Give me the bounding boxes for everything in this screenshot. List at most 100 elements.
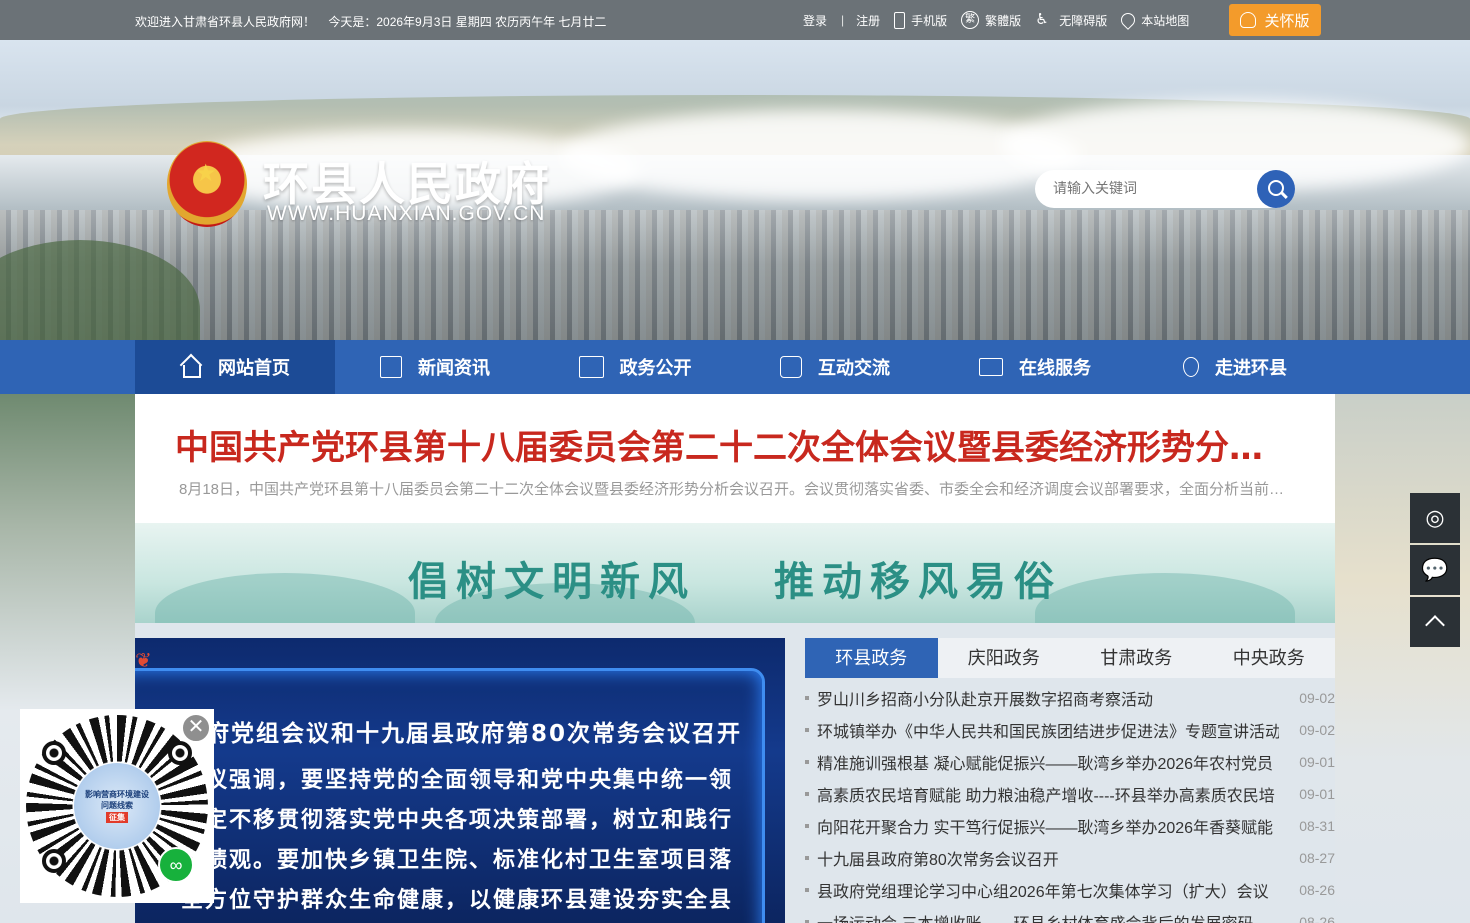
monitor-icon xyxy=(979,358,1003,376)
news-title[interactable]: 县政府党组理论学习中心组2026年第七次集体学习（扩大）会议 xyxy=(817,878,1279,902)
list-item[interactable]: 县政府党组理论学习中心组2026年第七次集体学习（扩大）会议 08-26 xyxy=(805,874,1335,906)
nav-item-government-affairs[interactable]: 政务公开 xyxy=(535,340,735,394)
mobile-version-link[interactable]: 手机版 xyxy=(894,11,948,29)
news-date: 08-26 xyxy=(1299,882,1335,898)
headline-news[interactable]: 中国共产党环县第十八届委员会第二十二次全体会议暨县委经济形势分析会议召开 8月1… xyxy=(135,394,1335,523)
traditional-chinese-icon: 繁 xyxy=(961,11,980,29)
tab-huanxian-affairs[interactable]: 环县政务 xyxy=(805,638,938,678)
qr-center-line1: 影响营商环境建设 xyxy=(85,790,149,799)
banner-cloud xyxy=(560,110,1080,200)
location-pin-icon xyxy=(1118,10,1139,30)
tab-central-affairs[interactable]: 中央政务 xyxy=(1203,638,1336,678)
list-item[interactable]: 高素质农民培育赋能 助力粮油稳产增收----环县举办高素质农民培 09-01 xyxy=(805,778,1335,810)
list-item[interactable]: 精准施训强根基 凝心赋能促振兴——耿湾乡举办2026年农村党员 09-01 xyxy=(805,746,1335,778)
bullet xyxy=(805,888,809,892)
top-bar: 欢迎进入甘肃省环县人民政府网！ 今天是：2026年9月3日 星期四 农历丙午年 … xyxy=(0,0,1470,40)
news-date: 09-01 xyxy=(1299,754,1335,770)
nav-item-news[interactable]: 新闻资讯 xyxy=(335,340,535,394)
news-carousel-image[interactable]: ❦ 政府党组会议和十九届县政府第80次常务会议召开 会议强调，要坚持党的全面领导… xyxy=(135,638,785,923)
login-link[interactable]: 登录 xyxy=(803,12,827,29)
news-date: 09-02 xyxy=(1299,722,1335,738)
site-url: WWW.HUANXIAN.GOV.CN xyxy=(267,202,546,225)
news-title[interactable]: 十九届县政府第80次常务会议召开 xyxy=(817,846,1279,870)
sitemap-label: 本站地图 xyxy=(1141,13,1190,28)
news-date: 08-26 xyxy=(1299,914,1335,923)
folder-icon xyxy=(578,356,604,378)
chat-icon xyxy=(780,356,802,378)
bullet xyxy=(805,760,809,764)
mobile-version-label: 手机版 xyxy=(911,13,948,28)
image-caption-line: 政绩观。要加快乡镇卫生院、标准化村卫生室项目落 xyxy=(181,848,734,873)
nav-label: 政务公开 xyxy=(619,358,692,378)
nav-label: 在线服务 xyxy=(1019,358,1091,378)
news-title[interactable]: 精准施训强根基 凝心赋能促振兴——耿湾乡举办2026年农村党员 xyxy=(817,750,1279,774)
slogan-banner[interactable]: 倡树文明新风 推动移风易俗 xyxy=(135,523,1335,623)
nav-item-about[interactable]: 走进环县 xyxy=(1135,340,1335,394)
welcome-text: 欢迎进入甘肃省环县人民政府网！ 今天是：2026年9月3日 星期四 农历丙午年 … xyxy=(135,13,616,30)
news-date: 09-01 xyxy=(1299,786,1335,802)
care-version-label: 关怀版 xyxy=(1264,12,1310,30)
image-caption-line: 全方位守护群众生命健康，以健康环县建设夯实全县 xyxy=(181,888,734,913)
news-date: 09-02 xyxy=(1299,690,1335,706)
slogan-part-2: 推动移风易俗 xyxy=(773,558,1062,605)
back-to-top-button[interactable] xyxy=(1410,597,1460,647)
main-nav: 网站首页 新闻资讯 政务公开 互动交流 在线服务 走进环县 xyxy=(0,340,1470,394)
list-item[interactable]: 一场运动会 三本增收账——环县乡村体育盛会背后的发展密码 08-26 xyxy=(805,906,1335,923)
home-icon xyxy=(180,356,202,378)
qr-code-popup[interactable]: 影响营商环境建设 问题线索 征集 ∞ ✕ xyxy=(20,709,214,903)
mini-program-icon: ∞ xyxy=(158,847,194,883)
news-icon xyxy=(380,356,402,378)
nav-item-interaction[interactable]: 互动交流 xyxy=(735,340,935,394)
search-box xyxy=(1035,170,1295,208)
bullet xyxy=(805,824,809,828)
tab-qingyang-affairs[interactable]: 庆阳政务 xyxy=(938,638,1071,678)
search-button[interactable] xyxy=(1257,170,1295,208)
news-date: 08-27 xyxy=(1299,850,1335,866)
slogan-text: 倡树文明新风 推动移风易俗 xyxy=(135,549,1335,607)
traditional-chinese-link[interactable]: 繁 繁體版 xyxy=(961,11,1021,29)
nav-label: 新闻资讯 xyxy=(418,358,490,378)
image-caption-line: 政府党组会议和十九届县政府第80次常务会议召开 xyxy=(181,721,743,747)
top-links: 登录 | 注册 手机版 繁 繁體版 无障碍版 本站地图 xyxy=(803,0,1203,40)
background-scenery-right xyxy=(1335,394,1470,923)
side-toolbar: ◎ 💬 xyxy=(1410,493,1460,649)
nav-item-home[interactable]: 网站首页 xyxy=(135,340,335,394)
wechat-button[interactable]: 💬 xyxy=(1410,545,1460,595)
news-title[interactable]: 高素质农民培育赋能 助力粮油稳产增收----环县举办高素质农民培 xyxy=(817,782,1279,806)
nav-item-online-service[interactable]: 在线服务 xyxy=(935,340,1135,394)
news-title[interactable]: 向阳花开聚合力 实干笃行促振兴——耿湾乡举办2026年香葵赋能 xyxy=(817,814,1279,838)
list-item[interactable]: 罗山川乡招商小分队赴京开展数字招商考察活动 09-02 xyxy=(805,682,1335,714)
news-title[interactable]: 环城镇举办《中华人民共和国民族团结进步促进法》专题宣讲活动 xyxy=(817,718,1279,742)
bullet xyxy=(805,792,809,796)
national-emblem-logo: ★ xyxy=(167,141,247,227)
news-date: 08-31 xyxy=(1299,818,1335,834)
bullet xyxy=(805,728,809,732)
location-icon xyxy=(1183,357,1199,377)
list-item[interactable]: 十九届县政府第80次常务会议召开 08-27 xyxy=(805,842,1335,874)
sitemap-link[interactable]: 本站地图 xyxy=(1118,10,1190,30)
weibo-icon: ◎ xyxy=(1425,505,1445,530)
accessibility-icon xyxy=(1035,10,1053,29)
news-list: 罗山川乡招商小分队赴京开展数字招商考察活动 09-02 环城镇举办《中华人民共和国… xyxy=(805,682,1335,923)
accessibility-link[interactable]: 无障碍版 xyxy=(1035,10,1107,29)
news-title[interactable]: 罗山川乡招商小分队赴京开展数字招商考察活动 xyxy=(817,686,1279,710)
headline-summary: 8月18日，中国共产党环县第十八届委员会第二十二次全体会议暨县委经济形势分析会议… xyxy=(179,481,1291,498)
headline-title[interactable]: 中国共产党环县第十八届委员会第二十二次全体会议暨县委经济形势分析会议召开 xyxy=(175,420,1295,469)
bullet xyxy=(805,856,809,860)
star-icon: ★ xyxy=(195,160,217,187)
header-banner: ★ 环县人民政府 WWW.HUANXIAN.GOV.CN xyxy=(0,40,1470,340)
nav-label: 走进环县 xyxy=(1215,358,1287,378)
close-icon[interactable]: ✕ xyxy=(181,713,211,743)
qr-finder-marker xyxy=(42,849,66,873)
news-title[interactable]: 一场运动会 三本增收账——环县乡村体育盛会背后的发展密码 xyxy=(817,910,1279,923)
image-caption-line: 坚定不移贯彻落实党中央各项决策部署，树立和践行 xyxy=(181,808,734,833)
search-input[interactable] xyxy=(1053,180,1243,196)
register-link[interactable]: 注册 xyxy=(856,12,880,29)
tab-gansu-affairs[interactable]: 甘肃政务 xyxy=(1070,638,1203,678)
qr-center-tag: 征集 xyxy=(106,812,128,823)
weibo-button[interactable]: ◎ xyxy=(1410,493,1460,543)
divider: | xyxy=(841,13,845,27)
care-version-button[interactable]: 关怀版 xyxy=(1229,4,1321,36)
list-item[interactable]: 向阳花开聚合力 实干笃行促振兴——耿湾乡举办2026年香葵赋能 08-31 xyxy=(805,810,1335,842)
list-item[interactable]: 环城镇举办《中华人民共和国民族团结进步促进法》专题宣讲活动 09-02 xyxy=(805,714,1335,746)
